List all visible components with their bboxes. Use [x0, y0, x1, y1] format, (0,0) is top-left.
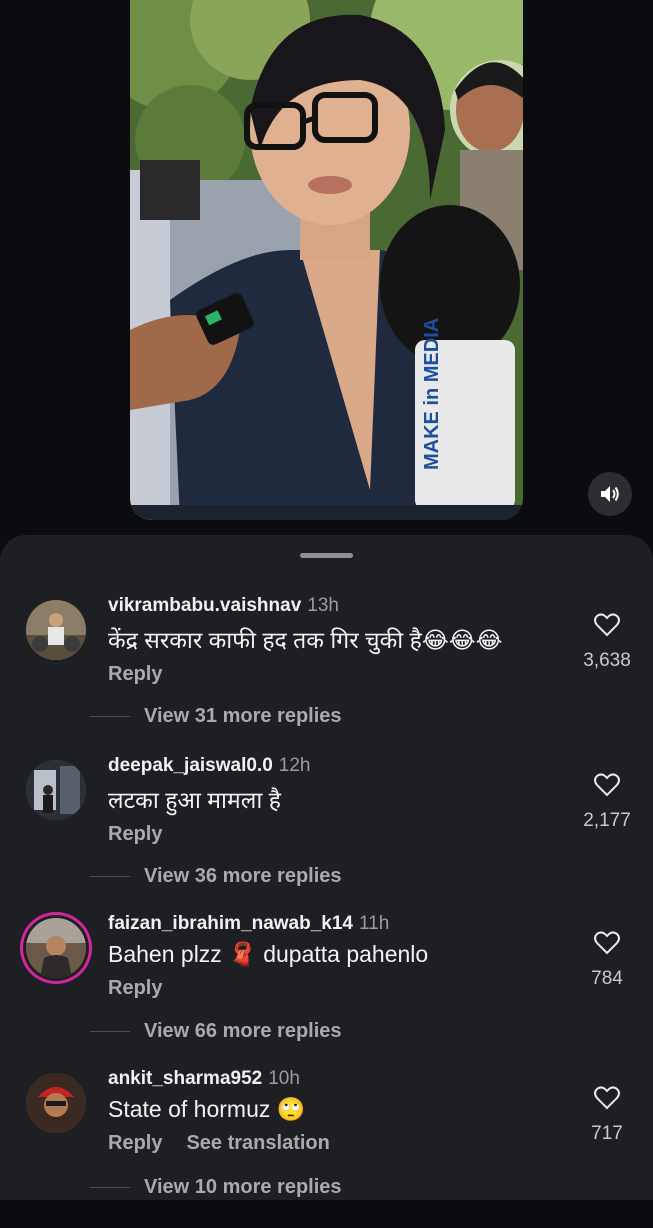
view-replies-label: View 66 more replies [144, 1020, 342, 1042]
reply-button[interactable]: Reply [108, 977, 162, 999]
comment-meta: deepak_jaiswal0.0 12h [108, 755, 310, 777]
video-player[interactable]: MAKE in MEDIA [130, 0, 523, 520]
like-button[interactable]: 2,177 [570, 773, 644, 832]
comment-actions: Reply [108, 663, 162, 686]
comment-text: लटका हुआ मामला है [108, 787, 281, 813]
comment-actions: Reply [108, 823, 162, 846]
video-frame-image: MAKE in MEDIA [130, 0, 523, 520]
timestamp: 11h [359, 913, 390, 934]
username[interactable]: ankit_sharma952 [108, 1068, 262, 1089]
video-area: MAKE in MEDIA [0, 0, 653, 540]
avatar-image [26, 918, 86, 978]
avatar[interactable] [26, 1073, 86, 1133]
comment-item: faizan_ibrahim_nawab_k14 11h Bahen plzz 🧣… [0, 913, 653, 1073]
reply-button[interactable]: Reply [108, 1132, 162, 1154]
like-button[interactable]: 3,638 [570, 613, 644, 672]
like-count: 2,177 [583, 810, 631, 831]
view-replies-button[interactable]: View 66 more replies [90, 1020, 342, 1043]
username[interactable]: vikrambabu.vaishnav [108, 595, 301, 616]
mute-button[interactable] [588, 472, 632, 516]
heart-icon [594, 613, 620, 637]
username[interactable]: faizan_ibrahim_nawab_k14 [108, 913, 353, 934]
heart-icon [594, 773, 620, 797]
divider-line [90, 716, 130, 718]
avatar-image [26, 1073, 86, 1133]
divider-line [90, 876, 130, 878]
avatar[interactable] [26, 600, 86, 660]
drag-handle[interactable] [300, 553, 353, 558]
view-replies-label: View 31 more replies [144, 705, 342, 727]
view-replies-label: View 10 more replies [144, 1176, 342, 1198]
timestamp: 13h [307, 595, 339, 616]
avatar-image [26, 600, 86, 660]
reply-button[interactable]: Reply [108, 663, 162, 685]
mic-label: MAKE in MEDIA [421, 318, 443, 470]
like-button[interactable]: 717 [570, 1086, 644, 1145]
timestamp: 12h [278, 755, 311, 776]
comment-meta: ankit_sharma952 10h [108, 1068, 300, 1090]
comment-meta: faizan_ibrahim_nawab_k14 11h [108, 913, 389, 935]
view-replies-button[interactable]: View 36 more replies [90, 865, 342, 888]
speaker-muted-icon [601, 486, 619, 502]
like-count: 717 [591, 1123, 623, 1144]
comment-text: केंद्र सरकार काफी हद तक गिर चुकी है😂😂😂 [108, 627, 503, 653]
comment-item: deepak_jaiswal0.0 12h लटका हुआ मामला है R… [0, 755, 653, 915]
comments-sheet: vikrambabu.vaishnav 13h केंद्र सरकार काफी… [0, 535, 653, 1200]
heart-icon [594, 1086, 620, 1110]
view-replies-button[interactable]: View 31 more replies [90, 705, 342, 728]
like-button[interactable]: 784 [570, 931, 644, 990]
comment-text: Bahen plzz 🧣 dupatta pahenlo [108, 941, 429, 967]
like-count: 3,638 [583, 650, 631, 671]
comment-item: ankit_sharma952 10h State of hormuz 🙄 Rep… [0, 1068, 653, 1228]
heart-icon [594, 931, 620, 955]
comment-meta: vikrambabu.vaishnav 13h [108, 595, 339, 617]
avatar[interactable] [26, 760, 86, 820]
divider-line [90, 1031, 130, 1033]
view-replies-button[interactable]: View 10 more replies [90, 1176, 342, 1199]
comment-text: State of hormuz 🙄 [108, 1096, 306, 1122]
like-count: 784 [591, 968, 623, 989]
see-translation-button[interactable]: See translation [186, 1132, 329, 1154]
divider-line [90, 1187, 130, 1189]
avatar[interactable] [26, 918, 86, 978]
view-replies-label: View 36 more replies [144, 865, 342, 887]
comment-actions: Reply [108, 977, 162, 1000]
comment-actions: Reply See translation [108, 1132, 330, 1155]
comment-item: vikrambabu.vaishnav 13h केंद्र सरकार काफी… [0, 595, 653, 755]
username[interactable]: deepak_jaiswal0.0 [108, 755, 273, 776]
avatar-image [26, 760, 86, 820]
timestamp: 10h [268, 1068, 300, 1089]
reply-button[interactable]: Reply [108, 823, 162, 845]
